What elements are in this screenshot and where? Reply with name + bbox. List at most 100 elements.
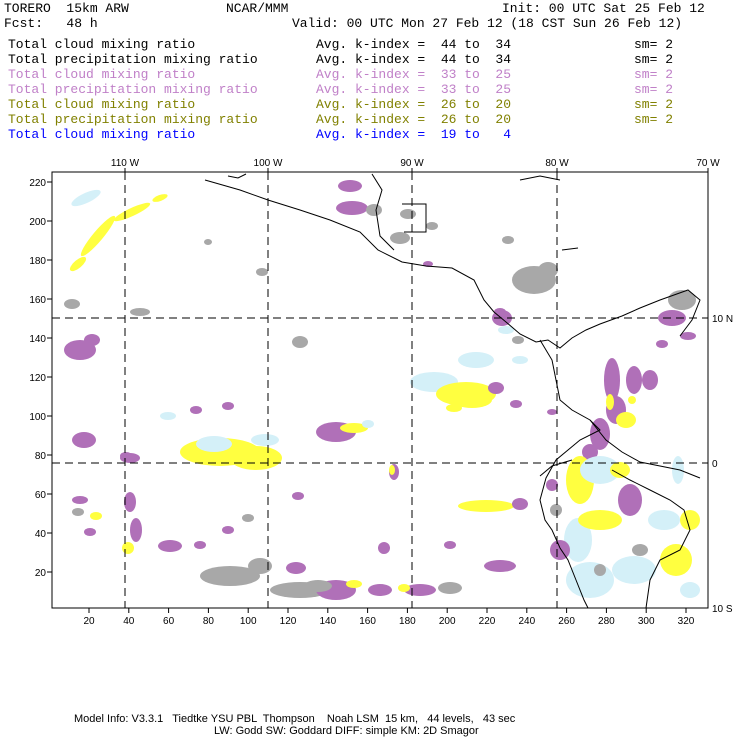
cloud-region-lightblue [648,510,680,530]
cloud-region-yellow [69,256,87,272]
model-info-line2: LW: Godd SW: Goddard DIFF: simple KM: 2D… [214,725,479,737]
cloud-region-gray [204,239,212,245]
latitude-label: 10 S [712,604,733,615]
cloud-region-purple [222,402,234,410]
x-tick-label: 260 [558,616,575,627]
cloud-region-yellow [606,394,614,410]
cloud-region-gray [400,209,416,219]
cloud-region-lightblue [362,420,374,428]
x-tick-label: 60 [163,616,175,627]
cloud-region-lightblue [160,412,176,420]
cloud-region-purple [550,540,570,560]
cloud-region-purple [194,541,206,549]
cloud-region-lightblue [566,562,614,598]
y-tick-label: 140 [29,334,46,345]
cloud-region-yellow [616,412,636,428]
cloud-region-yellow [458,500,514,512]
cloud-region-gray [256,268,268,276]
y-tick-label: 40 [35,529,47,540]
longitude-label: 110 W [111,158,140,169]
cloud-region-lightblue [458,352,494,368]
cloud-region-purple [378,542,390,554]
cloud-region-gray [72,508,84,516]
cloud-region-lightblue [251,434,279,446]
x-tick-label: 100 [240,616,257,627]
coastline [561,247,579,251]
cloud-region-yellow [389,465,395,475]
x-tick-label: 120 [280,616,297,627]
cloud-region-gray [426,222,438,230]
x-tick-label: 320 [678,616,695,627]
cloud-region-purple [656,340,668,348]
x-tick-label: 300 [638,616,655,627]
y-tick-label: 60 [35,490,47,501]
cloud-region-gray [130,308,150,316]
cloud-region-gray [390,232,410,244]
cloud-region-lightblue [71,189,101,207]
cloud-region-yellow [660,544,692,576]
cloud-region-gray [304,580,332,592]
cloud-region-yellow [122,542,134,554]
cloud-region-gray [242,514,254,522]
cloud-region-purple [222,526,234,534]
coastline [227,173,247,179]
x-tick-label: 80 [203,616,215,627]
x-tick-label: 40 [123,616,135,627]
cloud-region-yellow [90,512,102,520]
cloud-region-purple [642,370,658,390]
cloud-region-yellow [230,446,282,470]
cloud-region-yellow [628,396,636,404]
cloud-region-purple [84,334,100,346]
cloud-region-yellow [113,202,151,222]
cloud-region-yellow [680,510,700,530]
cloud-region-purple [488,382,504,394]
cloud-region-gray [538,262,558,278]
latitude-label: 10 N [712,314,733,325]
x-tick-label: 200 [439,616,456,627]
cloud-region-gray [438,582,462,594]
cloud-region-purple [546,479,558,491]
cloud-region-purple [190,406,202,414]
longitude-label: 90 W [400,158,424,169]
y-tick-label: 160 [29,295,46,306]
cloud-region-lightblue [680,582,700,598]
cloud-region-gray [632,544,648,556]
cloud-region-gray [512,336,524,344]
y-tick-label: 80 [35,451,47,462]
cloud-region-yellow [346,580,362,588]
cloud-region-purple [158,540,182,552]
cloud-region-yellow [446,404,462,412]
cloud-region-gray [64,299,80,309]
y-tick-label: 120 [29,373,46,384]
cloud-region-purple [494,308,506,316]
cloud-region-purple [484,560,516,572]
cloud-region-yellow [80,215,116,257]
cloud-region-purple [618,484,642,516]
cloud-region-gray [502,236,514,244]
cloud-region-purple [336,201,368,215]
x-tick-label: 220 [479,616,496,627]
x-tick-label: 280 [598,616,615,627]
cloud-region-gray [366,204,382,216]
coastline [519,175,561,181]
cloud-region-yellow [578,510,622,530]
cloud-region-purple [84,528,96,536]
cloud-region-purple [510,400,522,408]
x-tick-label: 160 [359,616,376,627]
cloud-region-purple [626,366,642,394]
cloud-region-gray [594,564,606,576]
y-tick-label: 200 [29,217,46,228]
y-tick-label: 180 [29,256,46,267]
cloud-region-purple [292,492,304,500]
cloud-region-gray [292,336,308,348]
coastline [204,179,701,349]
cloud-region-lightblue [612,556,656,584]
cloud-region-purple [512,498,528,510]
y-tick-label: 100 [29,412,46,423]
cloud-region-purple [124,492,136,512]
x-tick-label: 180 [399,616,416,627]
x-tick-label: 240 [518,616,535,627]
cloud-region-purple [120,452,132,460]
cloud-region-purple [286,562,306,574]
latitude-label: 0 [712,459,718,470]
